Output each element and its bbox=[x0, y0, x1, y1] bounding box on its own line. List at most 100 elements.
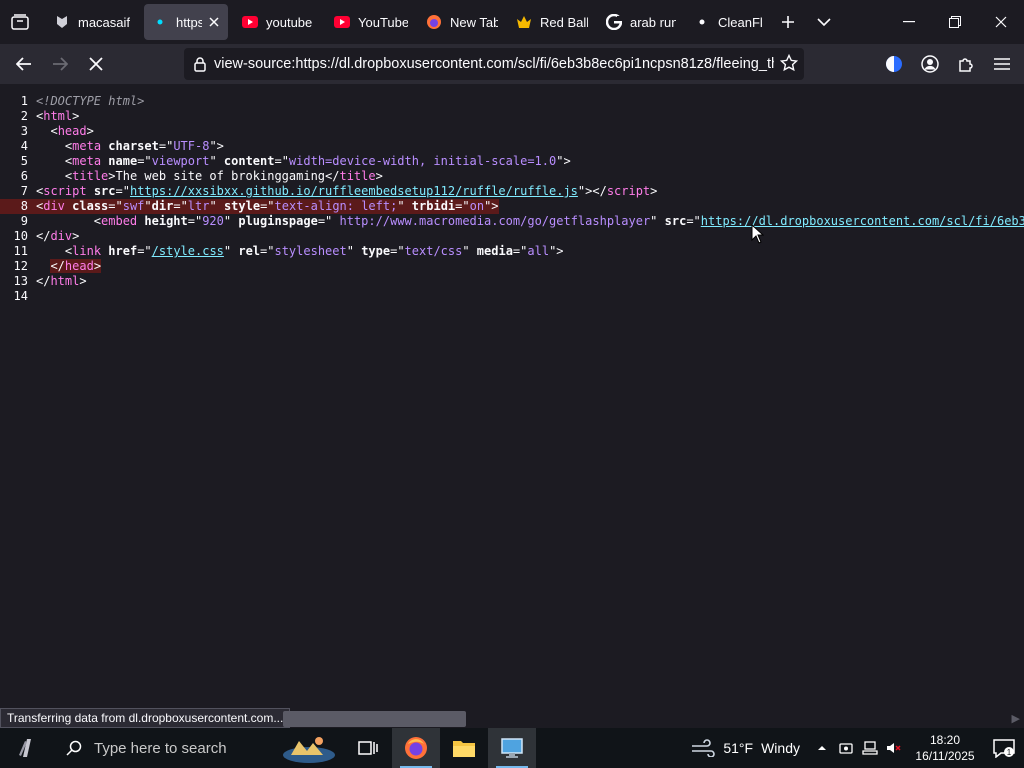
tab-label: YouTube bbox=[358, 14, 408, 30]
show-hidden-icons-button[interactable] bbox=[810, 728, 834, 768]
tag-name: head bbox=[57, 124, 87, 138]
tab-label: New Tab bbox=[450, 14, 498, 30]
network-button[interactable] bbox=[858, 728, 882, 768]
close-window-button[interactable] bbox=[978, 0, 1024, 44]
scroll-right-arrow-icon[interactable]: ▶ bbox=[1012, 712, 1020, 725]
volume-muted-icon bbox=[887, 743, 901, 753]
line-number: 11 bbox=[13, 244, 28, 258]
source-link[interactable]: https://xxsibxx.github.io/ruffleembedset… bbox=[130, 184, 578, 198]
weather-temperature: 51°F bbox=[723, 740, 754, 756]
tray-app-icon[interactable] bbox=[834, 728, 858, 768]
mouse-cursor-icon bbox=[751, 224, 764, 244]
view-source-content: 1 <!DOCTYPE html> 2 <html> 3 <head> 4 <met… bbox=[0, 84, 1024, 711]
attr-name: href bbox=[108, 244, 138, 258]
clock-date: 16/11/2025 bbox=[915, 749, 975, 763]
file-explorer-button[interactable] bbox=[440, 728, 488, 768]
firefox-taskbar-button[interactable] bbox=[392, 728, 440, 768]
clock[interactable]: 18:20 16/11/2025 bbox=[906, 732, 984, 764]
url-bar[interactable]: view-source:https://dl.dropboxuserconten… bbox=[184, 48, 804, 80]
attr-value: all bbox=[527, 244, 550, 258]
tag-name: div bbox=[50, 229, 73, 243]
search-placeholder: Type here to search bbox=[94, 739, 227, 757]
attr-name: content bbox=[223, 154, 275, 168]
tag-name: head bbox=[64, 259, 94, 273]
tab-label: macasaif bbox=[78, 14, 130, 30]
notification-icon: 1 bbox=[993, 739, 1015, 758]
tab-youtube[interactable]: YouTube bbox=[326, 4, 416, 40]
title-text: The web site of brokinggaming bbox=[115, 169, 326, 183]
attr-value: text-align: left; bbox=[274, 199, 398, 213]
all-tabs-dropdown-button[interactable] bbox=[806, 4, 842, 40]
attr-value: http://www.macromedia.com/go/getflashpla… bbox=[332, 214, 651, 228]
weather-description: Windy bbox=[761, 740, 800, 756]
extensions-button[interactable] bbox=[948, 48, 984, 80]
tab-red-ball[interactable]: Red Ball bbox=[508, 4, 596, 40]
attr-value: stylesheet bbox=[274, 244, 347, 258]
lock-icon[interactable] bbox=[186, 56, 214, 72]
chevron-down-icon bbox=[817, 18, 831, 27]
attr-value: text/css bbox=[404, 244, 463, 258]
doctype-text: <!DOCTYPE html> bbox=[36, 94, 145, 108]
minimize-button[interactable] bbox=[886, 0, 932, 44]
line-number: 3 bbox=[20, 124, 28, 138]
plus-icon bbox=[782, 16, 794, 28]
start-icon bbox=[19, 739, 31, 757]
attr-value: width=device-width, initial-scale=1.0 bbox=[288, 154, 557, 168]
folder-icon bbox=[453, 741, 475, 757]
notifications-button[interactable]: 1 bbox=[984, 728, 1024, 768]
tab-https-active[interactable]: https:/ bbox=[144, 4, 228, 40]
tab-arab-run[interactable]: arab run bbox=[598, 4, 684, 40]
tag-name: link bbox=[72, 244, 102, 258]
clock-time: 18:20 bbox=[929, 733, 961, 747]
attr-name: src bbox=[93, 184, 116, 198]
youtube-icon bbox=[334, 14, 350, 30]
account-button[interactable] bbox=[912, 48, 948, 80]
bookmark-star-icon[interactable] bbox=[779, 53, 799, 77]
line-number: 4 bbox=[20, 139, 28, 153]
weather-widget[interactable]: 51°F Windy bbox=[691, 739, 800, 757]
volume-button[interactable] bbox=[882, 728, 906, 768]
crown-icon bbox=[516, 14, 532, 30]
task-view-button[interactable] bbox=[344, 728, 392, 768]
tab-label: arab run bbox=[630, 14, 676, 30]
tab-label: CleanFla bbox=[718, 14, 762, 30]
source-link[interactable]: https://dl.dropboxusercontent.com/scl/fi… bbox=[701, 214, 1024, 228]
new-tab-button[interactable] bbox=[770, 4, 806, 40]
start-button[interactable] bbox=[0, 728, 56, 768]
source-link[interactable]: /style.css bbox=[152, 244, 224, 258]
line-number: 13 bbox=[13, 274, 28, 288]
url-text[interactable]: view-source:https://dl.dropboxuserconten… bbox=[214, 56, 774, 72]
source-line: 13 </html> bbox=[0, 274, 87, 289]
line-number: 7 bbox=[20, 184, 28, 198]
tab-macasaif[interactable]: macasaif bbox=[46, 4, 138, 40]
source-line: 1 <!DOCTYPE html> bbox=[0, 94, 145, 109]
stop-loading-button[interactable] bbox=[78, 48, 114, 80]
forward-button[interactable] bbox=[42, 48, 78, 80]
remote-desktop-button[interactable] bbox=[488, 728, 536, 768]
horizontal-scrollbar-thumb[interactable] bbox=[283, 711, 466, 727]
list-all-tabs-button[interactable] bbox=[0, 0, 40, 44]
taskbar-search-box[interactable]: Type here to search bbox=[56, 728, 274, 768]
line-number: 5 bbox=[20, 154, 28, 168]
tag-name: embed bbox=[101, 214, 138, 228]
close-tab-icon[interactable] bbox=[208, 14, 220, 30]
theme-extension-button[interactable] bbox=[876, 48, 912, 80]
tab-new-tab[interactable]: New Tab bbox=[418, 4, 506, 40]
tab-cleanfla[interactable]: CleanFla bbox=[686, 4, 770, 40]
search-highlight-button[interactable] bbox=[274, 728, 344, 768]
source-line: 10 </div> bbox=[0, 229, 80, 244]
line-number: 1 bbox=[20, 94, 28, 108]
close-icon bbox=[995, 16, 1007, 28]
restore-button[interactable] bbox=[932, 0, 978, 44]
source-line: 5 <meta name="viewport" content="width=d… bbox=[0, 154, 571, 169]
line-number: 12 bbox=[13, 259, 28, 273]
menu-button[interactable] bbox=[984, 48, 1020, 80]
tab-youtube-lower[interactable]: youtube bbox=[234, 4, 322, 40]
attr-name: style bbox=[223, 199, 261, 213]
tag-name: html bbox=[43, 109, 73, 123]
tag-name: title bbox=[72, 169, 109, 183]
attr-value: swf bbox=[122, 199, 145, 213]
line-number: 6 bbox=[20, 169, 28, 183]
back-button[interactable] bbox=[6, 48, 42, 80]
toolbar-right-buttons bbox=[876, 48, 1020, 80]
